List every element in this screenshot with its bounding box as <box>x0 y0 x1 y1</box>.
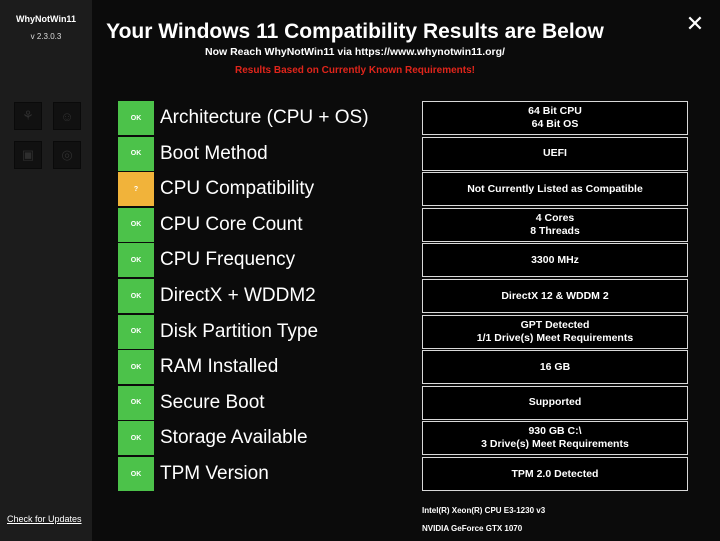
status-badge: OK <box>118 101 154 135</box>
website-subtitle: Now Reach WhyNotWin11 via https://www.wh… <box>205 46 505 58</box>
result-line: 8 Threads <box>530 224 580 237</box>
app-name: WhyNotWin11 <box>16 14 76 24</box>
donate-icon: ☺ <box>60 108 74 124</box>
check-for-updates-link[interactable]: Check for Updates <box>7 514 82 524</box>
result-line: 1/1 Drive(s) Meet Requirements <box>476 331 634 344</box>
result-box: 4 Cores 8 Threads <box>422 207 688 242</box>
result-line: Supported <box>528 396 582 409</box>
check-label: Architecture (CPU + OS) <box>160 107 369 128</box>
result-line: UEFI <box>543 147 567 160</box>
status-badge: OK <box>118 279 154 313</box>
result-line: 64 Bit OS <box>531 118 579 130</box>
github-icon: ⚘ <box>22 108 34 123</box>
result-line: Not Currently Listed as Compatible <box>467 182 643 195</box>
result-box: 64 Bit CPU 64 Bit OS <box>422 101 688 135</box>
gpu-name: NVIDIA GeForce GTX 1070 <box>422 524 523 533</box>
status-badge: OK <box>118 207 154 242</box>
check-label: CPU Core Count <box>160 213 303 235</box>
page-title: Your Windows 11 Compatibility Results ar… <box>106 20 604 43</box>
result-box: TPM 2.0 Detected <box>422 457 688 491</box>
result-box: 16 GB <box>422 350 688 385</box>
app-version: v 2.3.0.3 <box>30 32 62 41</box>
close-button[interactable]: ✕ <box>683 12 707 36</box>
result-line: DirectX 12 & WDDM 2 <box>501 289 609 302</box>
check-row: OK RAM Installed 16 GB <box>118 350 690 385</box>
status-badge: OK <box>118 385 154 420</box>
result-box: DirectX 12 & WDDM 2 <box>422 279 688 313</box>
web-icon: ◎ <box>61 147 73 162</box>
check-row: OK Secure Boot Supported <box>118 385 690 420</box>
status-badge: OK <box>118 314 154 349</box>
result-box: 930 GB C:\ 3 Drive(s) Meet Requirements <box>422 421 688 456</box>
discord-icon: ▣ <box>21 147 35 162</box>
result-line: 64 Bit CPU <box>528 105 582 117</box>
result-line: 4 Cores <box>535 211 575 224</box>
cpu-name: Intel(R) Xeon(R) CPU E3-1230 v3 <box>422 506 546 515</box>
status-badge: OK <box>118 421 154 456</box>
check-row: OK Storage Available 930 GB C:\ 3 Drive(s) … <box>118 421 690 456</box>
result-box: 3300 MHz <box>422 243 688 278</box>
sidebar: WhyNotWin11 v 2.3.0.3 ⚘ ☺ ▣ ◎ Check for … <box>0 0 92 541</box>
result-line: TPM 2.0 Detected <box>511 467 599 480</box>
result-line: 930 GB C:\ <box>528 425 582 438</box>
status-badge: OK <box>118 457 154 491</box>
result-box: Not Currently Listed as Compatible <box>422 172 688 207</box>
result-box: UEFI <box>422 136 688 171</box>
check-label: Disk Partition Type <box>160 320 319 342</box>
check-row: ? CPU Compatibility Not Currently Listed a… <box>118 172 690 207</box>
check-row: OK CPU Core Count 4 Cores 8 Threads <box>118 207 690 242</box>
status-badge: OK <box>118 136 154 171</box>
status-badge: OK <box>118 350 154 385</box>
result-box: Supported <box>422 385 688 420</box>
check-label: Storage Available <box>160 427 308 449</box>
check-label: CPU Compatibility <box>160 178 315 200</box>
sidebar-discord-button[interactable]: ▣ <box>14 141 42 169</box>
result-line: 16 GB <box>539 360 571 373</box>
status-badge: ? <box>118 172 154 207</box>
sidebar-donate-button[interactable]: ☺ <box>53 102 81 130</box>
check-row: OK Disk Partition Type GPT Detected 1/1 Dri… <box>118 314 690 349</box>
result-line: 3 Drive(s) Meet Requirements <box>481 438 629 451</box>
status-badge: OK <box>118 243 154 278</box>
check-row: OK DirectX + WDDM2 DirectX 12 & WDDM 2 <box>118 279 690 313</box>
check-label: DirectX + WDDM2 <box>160 285 316 306</box>
sidebar-github-button[interactable]: ⚘ <box>14 102 42 130</box>
check-label: TPM Version <box>160 463 269 484</box>
check-label: Secure Boot <box>160 391 265 413</box>
check-row: OK CPU Frequency 3300 MHz <box>118 243 690 278</box>
close-icon: ✕ <box>685 11 705 36</box>
requirements-notice: Results Based on Currently Known Require… <box>234 65 476 76</box>
check-row: OK Architecture (CPU + OS) 64 Bit CPU 64 Bi… <box>118 101 690 135</box>
check-label: CPU Frequency <box>160 249 296 271</box>
result-box: GPT Detected 1/1 Drive(s) Meet Requiremen… <box>422 314 688 349</box>
check-label: RAM Installed <box>160 356 279 378</box>
result-line: GPT Detected <box>520 318 590 331</box>
check-label: Boot Method <box>160 142 268 164</box>
check-row: OK Boot Method UEFI <box>118 136 690 171</box>
result-line: 3300 MHz <box>531 253 579 266</box>
sidebar-web-button[interactable]: ◎ <box>53 141 81 169</box>
check-row: OK TPM Version TPM 2.0 Detected <box>118 457 690 491</box>
